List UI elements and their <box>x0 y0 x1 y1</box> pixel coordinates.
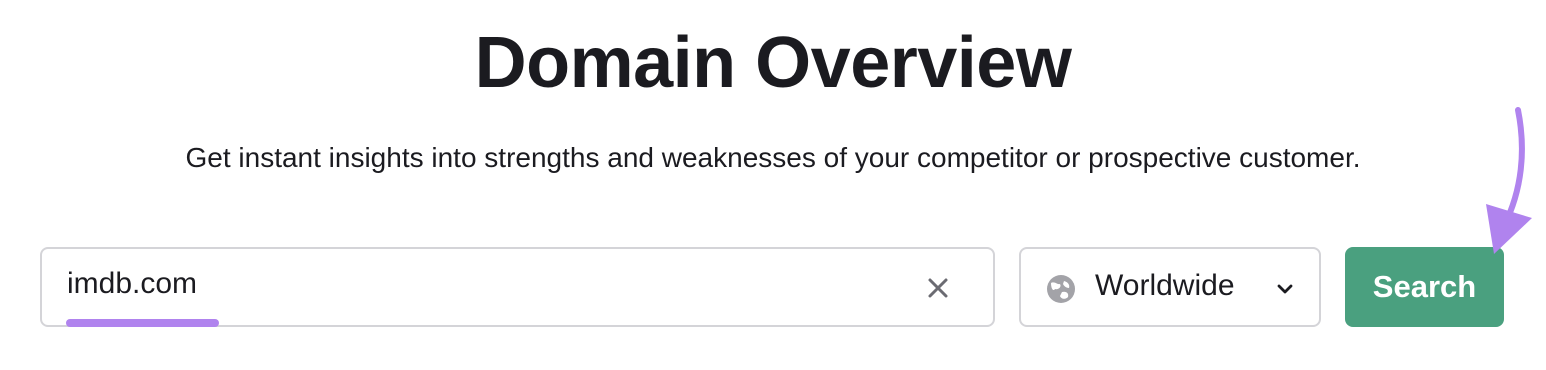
page-title: Domain Overview <box>474 23 1072 103</box>
domain-input-value[interactable]: imdb.com <box>67 267 197 301</box>
region-select[interactable]: Worldwide <box>1019 247 1321 327</box>
chevron-down-icon <box>1274 281 1296 297</box>
annotation-underline <box>66 319 219 327</box>
globe-icon <box>1045 273 1077 305</box>
domain-input[interactable]: imdb.com <box>40 247 995 327</box>
close-icon[interactable] <box>921 271 955 305</box>
region-select-value: Worldwide <box>1095 269 1235 302</box>
page-subtitle: Get instant insights into strengths and … <box>185 142 1361 173</box>
annotation-arrow <box>1486 107 1532 254</box>
domain-overview-page: Domain Overview Get instant insights int… <box>0 0 1546 370</box>
